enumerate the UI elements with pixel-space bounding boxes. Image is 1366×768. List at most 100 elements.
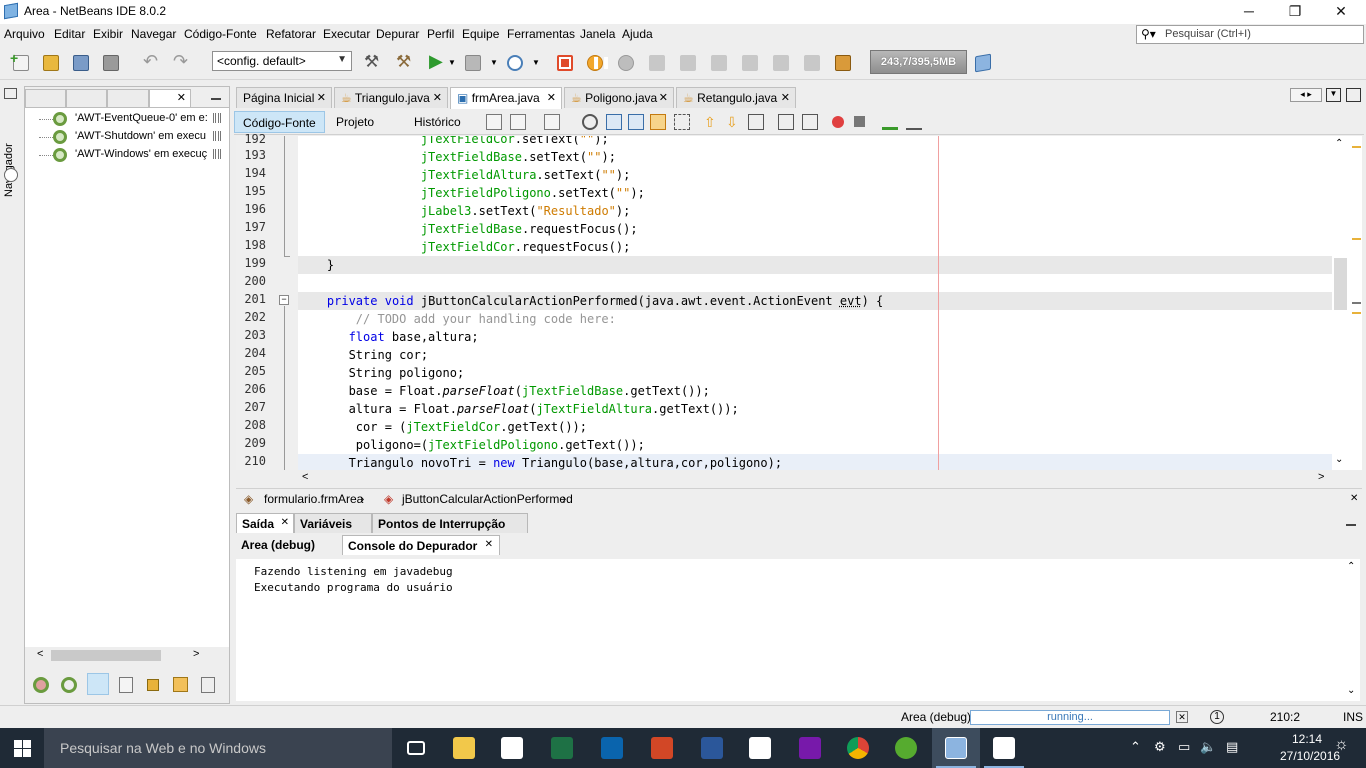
step-out-button[interactable] bbox=[739, 52, 761, 74]
close-icon[interactable]: ✕ bbox=[317, 91, 326, 104]
close-icon[interactable]: ✕ bbox=[485, 539, 493, 550]
chrome-button[interactable] bbox=[834, 728, 882, 768]
left-tab-3[interactable] bbox=[107, 89, 149, 107]
source-code-icon[interactable] bbox=[906, 114, 922, 130]
show-opened-documents-button[interactable]: ▼ bbox=[1326, 88, 1341, 102]
tab-console-do-depurador[interactable]: Console do Depurador ✕ bbox=[342, 535, 500, 555]
stripe-mark[interactable] bbox=[1352, 312, 1361, 314]
onenote-button[interactable] bbox=[786, 728, 834, 768]
word-button[interactable] bbox=[688, 728, 736, 768]
taskbar-search[interactable]: Pesquisar na Web e no Windows bbox=[44, 728, 392, 768]
chevron-right-icon[interactable]: > bbox=[193, 648, 199, 660]
continue-button[interactable] bbox=[615, 52, 637, 74]
debug-project-button[interactable] bbox=[462, 52, 484, 74]
scroll-thumb[interactable] bbox=[51, 650, 161, 661]
list-item[interactable]: 'AWT-EventQueue-0' em e: bbox=[39, 110, 227, 128]
chevron-left-icon[interactable]: < bbox=[302, 471, 308, 483]
editor-horizontal-scrollbar[interactable]: < > bbox=[298, 470, 1332, 487]
new-project-button[interactable] bbox=[40, 52, 62, 74]
close-breadcrumb-icon[interactable]: ✕ bbox=[1350, 494, 1360, 504]
battery-icon[interactable]: ▭ bbox=[1178, 739, 1190, 755]
close-icon[interactable]: ✕ bbox=[433, 91, 442, 104]
sort-icon[interactable] bbox=[201, 677, 215, 693]
last-edit-icon[interactable] bbox=[486, 114, 502, 130]
restore-window-group-icon[interactable] bbox=[4, 88, 17, 99]
tab-saida[interactable]: Saída ✕ bbox=[236, 513, 294, 533]
menu-depurar[interactable]: Depurar bbox=[376, 27, 419, 41]
close-icon[interactable]: ✕ bbox=[659, 91, 668, 104]
tab-codigo-fonte[interactable]: Código-Fonte bbox=[234, 111, 325, 133]
maximize-button[interactable]: ❐ bbox=[1272, 0, 1318, 24]
list-item[interactable]: 'AWT-Windows' em execuç bbox=[39, 146, 227, 164]
left-tab-2[interactable] bbox=[66, 89, 107, 107]
breadcrumb-class[interactable]: formulario.frmArea bbox=[264, 492, 363, 506]
take-snapshot-button[interactable] bbox=[832, 52, 854, 74]
minimize-panel-icon[interactable] bbox=[211, 92, 221, 100]
forward-icon[interactable] bbox=[544, 114, 560, 130]
action-center-icon[interactable]: ▤ bbox=[1226, 739, 1238, 755]
close-icon[interactable]: ✕ bbox=[547, 91, 556, 104]
stripe-mark[interactable] bbox=[1352, 302, 1361, 304]
task-view-button[interactable] bbox=[392, 728, 440, 768]
console-scrollbar[interactable]: ⌃ ⌄ bbox=[1344, 559, 1360, 701]
menu-arquivo[interactable]: Arquivo bbox=[4, 27, 45, 41]
start-macro-icon[interactable] bbox=[832, 116, 844, 128]
find-icon[interactable] bbox=[582, 114, 598, 130]
pause-icon[interactable] bbox=[213, 113, 221, 123]
close-icon[interactable]: ✕ bbox=[281, 517, 289, 528]
save-all-button[interactable] bbox=[100, 52, 122, 74]
menu-editar[interactable]: Editar bbox=[54, 27, 85, 41]
toggle-highlight-icon[interactable] bbox=[650, 114, 666, 130]
breadcrumb-method[interactable]: jButtonCalcularActionPerformed bbox=[402, 492, 573, 506]
shift-left-icon[interactable] bbox=[778, 114, 794, 130]
tab-pontos-de-interrupcao[interactable]: Pontos de Interrupção bbox=[372, 513, 528, 533]
excel-button[interactable] bbox=[538, 728, 586, 768]
menu-ajuda[interactable]: Ajuda bbox=[622, 27, 653, 41]
list-item[interactable]: 'AWT-Shutdown' em execu bbox=[39, 128, 227, 146]
profile-dropdown[interactable]: ▼ bbox=[530, 52, 540, 74]
progress-bar[interactable]: running... bbox=[970, 710, 1170, 725]
box-icon[interactable] bbox=[173, 677, 188, 692]
step-into-button[interactable] bbox=[708, 52, 730, 74]
left-tab-1[interactable] bbox=[25, 89, 66, 107]
clean-build-button[interactable]: ⚒ bbox=[360, 52, 382, 74]
left-tab-active[interactable]: ✕ bbox=[149, 89, 191, 107]
file-explorer-button[interactable] bbox=[440, 728, 488, 768]
cancel-task-icon[interactable]: ✕ bbox=[1176, 711, 1188, 723]
minimize-button[interactable]: ─ bbox=[1226, 0, 1272, 24]
redo-button[interactable]: ↷ bbox=[170, 51, 192, 74]
outlook-button[interactable] bbox=[588, 728, 636, 768]
group-toggle-button[interactable] bbox=[87, 673, 109, 695]
powerpoint-button[interactable] bbox=[638, 728, 686, 768]
stripe-mark[interactable] bbox=[1352, 146, 1361, 148]
rectangular-selection-icon[interactable] bbox=[674, 114, 690, 130]
windows-start-icon[interactable] bbox=[14, 740, 31, 757]
memory-usage-button[interactable]: 243,7/395,5MB bbox=[870, 50, 967, 74]
brightness-icon[interactable]: ☼ bbox=[1334, 736, 1349, 754]
close-window-button[interactable]: ✕ bbox=[1318, 0, 1364, 24]
stripe-mark[interactable] bbox=[1352, 238, 1361, 240]
find-next-icon[interactable] bbox=[628, 114, 644, 130]
toggle-bookmark-icon[interactable] bbox=[748, 114, 764, 130]
pause-icon[interactable] bbox=[213, 149, 221, 159]
menu-equipe[interactable]: Equipe bbox=[462, 27, 499, 41]
utorrent-button[interactable] bbox=[882, 728, 930, 768]
menu-navegar[interactable]: Navegar bbox=[131, 27, 176, 41]
tab-triangulo[interactable]: ☕ Triangulo.java ✕ bbox=[334, 87, 448, 108]
horizontal-scrollbar[interactable]: < > bbox=[25, 647, 229, 663]
configuration-select[interactable]: <config. default> ▼ bbox=[212, 51, 352, 71]
quick-search-input[interactable]: ⚲▾ Pesquisar (Ctrl+I) bbox=[1136, 25, 1364, 44]
chevron-down-icon[interactable]: ⌄ bbox=[1347, 685, 1355, 696]
clock[interactable]: 12:14 27/10/2016 bbox=[1280, 731, 1340, 765]
chevron-up-icon[interactable]: ⌃ bbox=[1130, 739, 1141, 755]
tab-variaveis[interactable]: Variáveis bbox=[294, 513, 372, 533]
menu-ferramentas[interactable]: Ferramentas bbox=[507, 27, 575, 41]
finish-debugger-button[interactable] bbox=[554, 52, 576, 74]
gear-icon[interactable] bbox=[61, 677, 77, 693]
menu-janela[interactable]: Janela bbox=[580, 27, 615, 41]
media-player-button[interactable] bbox=[736, 728, 784, 768]
run-to-cursor-button[interactable] bbox=[770, 52, 792, 74]
check-code-icon[interactable] bbox=[882, 114, 898, 130]
pause-icon[interactable] bbox=[213, 131, 221, 141]
code-editor[interactable]: jTextFieldCor.setText(""); jTextFieldBas… bbox=[298, 136, 1332, 470]
